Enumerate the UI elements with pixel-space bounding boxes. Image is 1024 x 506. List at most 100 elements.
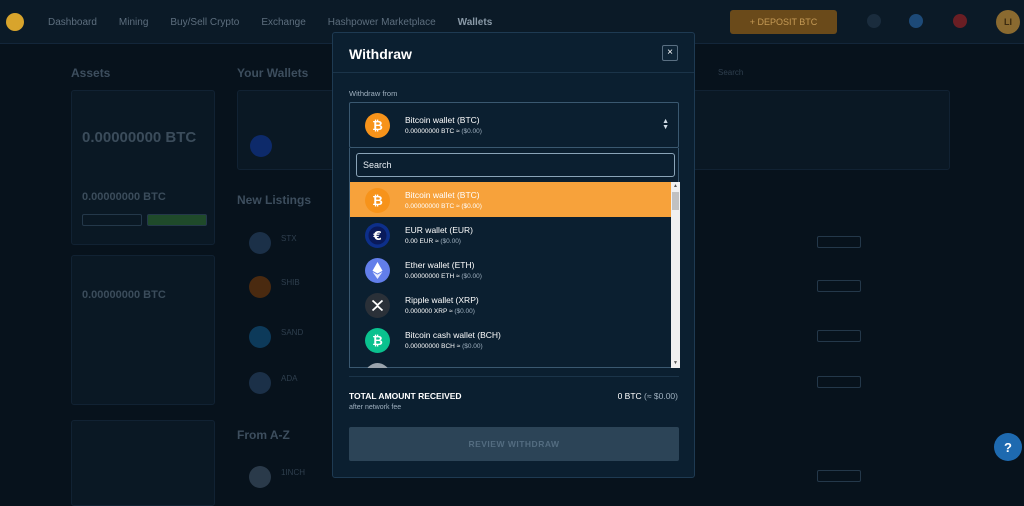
listing-deposit-button[interactable]: [817, 470, 861, 482]
wallet-option-fiat: ($0.00): [440, 238, 461, 245]
listing-deposit-button[interactable]: [817, 330, 861, 342]
review-withdraw-button[interactable]: REVIEW WITHDRAW: [349, 427, 679, 461]
shib-icon: [249, 276, 271, 298]
wallet-option-bch[interactable]: ₿ Bitcoin cash wallet (BCH) 0.00000000 B…: [350, 322, 671, 357]
avatar[interactable]: LI: [996, 10, 1020, 34]
wallet-option-xrp[interactable]: Ripple wallet (XRP) 0.000000 XRP ≈ ($0.0…: [350, 287, 671, 322]
app-logo[interactable]: [6, 13, 24, 31]
scroll-up-arrow-icon[interactable]: ▲: [671, 182, 680, 191]
coin-icon: [365, 363, 390, 368]
selected-wallet-fiat: ($0.00): [461, 128, 482, 135]
wallet-option-eth[interactable]: Ether wallet (ETH) 0.00000000 ETH ≈ ($0.…: [350, 252, 671, 287]
svg-text:₿: ₿: [372, 333, 383, 348]
available-balance-value: 0.00000000 BTC: [82, 191, 166, 203]
bitcoin-cash-icon: ₿: [365, 328, 390, 353]
help-button[interactable]: ?: [994, 433, 1022, 461]
ethereum-icon: [365, 258, 390, 283]
wallet-option-balance: 0.00000000 BCH ≈ ($0.00): [405, 343, 483, 350]
total-amount-value: 0 BTC (≈ $0.00): [618, 391, 678, 401]
svg-text:₿: ₿: [372, 193, 383, 208]
nav-mining[interactable]: Mining: [119, 17, 148, 28]
new-listings-heading: New Listings: [237, 193, 312, 207]
wallet-search-input[interactable]: [356, 153, 675, 177]
wallet-option-balance: 0.00000000 BTC ≈ ($0.00): [405, 203, 482, 210]
wallet-option-balance: 0.00000000 ETH ≈ ($0.00): [405, 273, 482, 280]
total-amount-crypto: 0 BTC: [617, 391, 642, 401]
scroll-thumb[interactable]: [672, 192, 679, 210]
wallet-option-amount: 0.00000000 BCH ≈: [405, 343, 461, 350]
your-wallets-heading: Your Wallets: [237, 66, 309, 80]
divider: [349, 376, 679, 377]
wallet-option-name: Ripple wallet (XRP): [405, 295, 479, 305]
currency-icon[interactable]: [909, 14, 923, 28]
wallet-option-name: Bitcoin cash wallet (BCH): [405, 330, 501, 340]
modal-title: Withdraw: [349, 46, 412, 62]
listing-deposit-button[interactable]: [817, 280, 861, 292]
wallet-list: ₿ Bitcoin wallet (BTC) 0.00000000 BTC ≈ …: [350, 182, 671, 368]
assets-heading: Assets: [71, 66, 111, 80]
eur-coin-icon: [250, 135, 272, 157]
deposit-btc-button[interactable]: + DEPOSIT BTC: [730, 10, 837, 34]
listing-symbol: SHIB: [281, 278, 300, 287]
wallet-option-name: EUR wallet (EUR): [405, 225, 474, 235]
total-amount-fiat: (≈ $0.00): [644, 391, 678, 401]
nav-exchange[interactable]: Exchange: [261, 17, 305, 28]
nav-dashboard[interactable]: Dashboard: [48, 17, 97, 28]
pending-panel: 0.00000000 BTC: [71, 255, 215, 405]
euro-icon: €: [365, 223, 390, 248]
from-az-heading: From A-Z: [237, 428, 290, 442]
select-caret-icon: ▲ ▼: [662, 118, 669, 131]
withdraw-modal: Withdraw × Withdraw from ₿ Bitcoin walle…: [332, 32, 695, 478]
wallet-option-amount: 0.00000000 BTC ≈: [405, 203, 460, 210]
bitcoin-icon: ₿: [365, 188, 390, 213]
total-amount-label: TOTAL AMOUNT RECEIVED: [349, 391, 462, 401]
svg-text:€: €: [372, 229, 381, 243]
bitcoin-icon: ₿: [365, 113, 390, 138]
wallet-option-partial[interactable]: [350, 357, 671, 368]
wallet-option-amount: 0.000000 XRP ≈: [405, 308, 453, 315]
balance-panel: 0.00000000 BTC 0.00000000 BTC: [71, 90, 215, 245]
total-amount-subtext: after network fee: [349, 404, 402, 411]
total-balance-value: 0.00000000 BTC: [82, 129, 197, 146]
wallet-dropdown: ₿ Bitcoin wallet (BTC) 0.00000000 BTC ≈ …: [349, 148, 680, 368]
wallet-option-btc[interactable]: ₿ Bitcoin wallet (BTC) 0.00000000 BTC ≈ …: [350, 182, 671, 217]
wallet-option-balance: 0.00 EUR ≈ ($0.00): [405, 238, 461, 245]
pending-balance-value: 0.00000000 BTC: [82, 289, 166, 301]
listing-deposit-button[interactable]: [817, 376, 861, 388]
nav-buy-sell[interactable]: Buy/Sell Crypto: [170, 17, 239, 28]
selected-wallet-balance: 0.00000000 BTC ≈ ($0.00): [405, 128, 482, 135]
dropdown-scrollbar[interactable]: ▲ ▼: [671, 182, 680, 368]
wallet-option-name: Bitcoin wallet (BTC): [405, 190, 480, 200]
extra-panel: [71, 420, 215, 506]
1inch-icon: [249, 466, 271, 488]
listing-deposit-button[interactable]: [817, 236, 861, 248]
wallet-option-amount: 0.00 EUR ≈: [405, 238, 439, 245]
withdraw-from-label: Withdraw from: [349, 89, 398, 98]
nav-hashpower[interactable]: Hashpower Marketplace: [328, 17, 436, 28]
alert-icon[interactable]: [953, 14, 967, 28]
wallet-select[interactable]: ₿ Bitcoin wallet (BTC) 0.00000000 BTC ≈ …: [349, 102, 679, 148]
modal-header: Withdraw ×: [333, 33, 694, 73]
ripple-icon: [365, 293, 390, 318]
listing-symbol: STX: [281, 234, 297, 243]
wallet-option-amount: 0.00000000 ETH ≈: [405, 273, 460, 280]
nav-wallets[interactable]: Wallets: [458, 17, 493, 28]
ada-icon: [249, 372, 271, 394]
wallet-option-name: Ether wallet (ETH): [405, 260, 475, 270]
wallet-option-fiat: ($0.00): [461, 203, 482, 210]
wallet-option-balance: 0.000000 XRP ≈ ($0.00): [405, 308, 475, 315]
notification-icon[interactable]: [867, 14, 881, 28]
selected-wallet-amount: 0.00000000 BTC ≈: [405, 128, 460, 135]
listing-symbol: SAND: [281, 328, 304, 337]
bg-search-input[interactable]: Search: [718, 68, 743, 77]
svg-text:₿: ₿: [372, 118, 383, 133]
close-button[interactable]: ×: [662, 45, 678, 61]
bg-deposit-button[interactable]: [147, 214, 207, 226]
selected-wallet-name: Bitcoin wallet (BTC): [405, 115, 480, 125]
wallet-option-eur[interactable]: € EUR wallet (EUR) 0.00 EUR ≈ ($0.00): [350, 217, 671, 252]
scroll-down-arrow-icon[interactable]: ▼: [671, 359, 680, 368]
bg-withdraw-button[interactable]: [82, 214, 142, 226]
wallet-option-fiat: ($0.00): [454, 308, 475, 315]
sand-icon: [249, 326, 271, 348]
wallet-option-fiat: ($0.00): [462, 343, 483, 350]
